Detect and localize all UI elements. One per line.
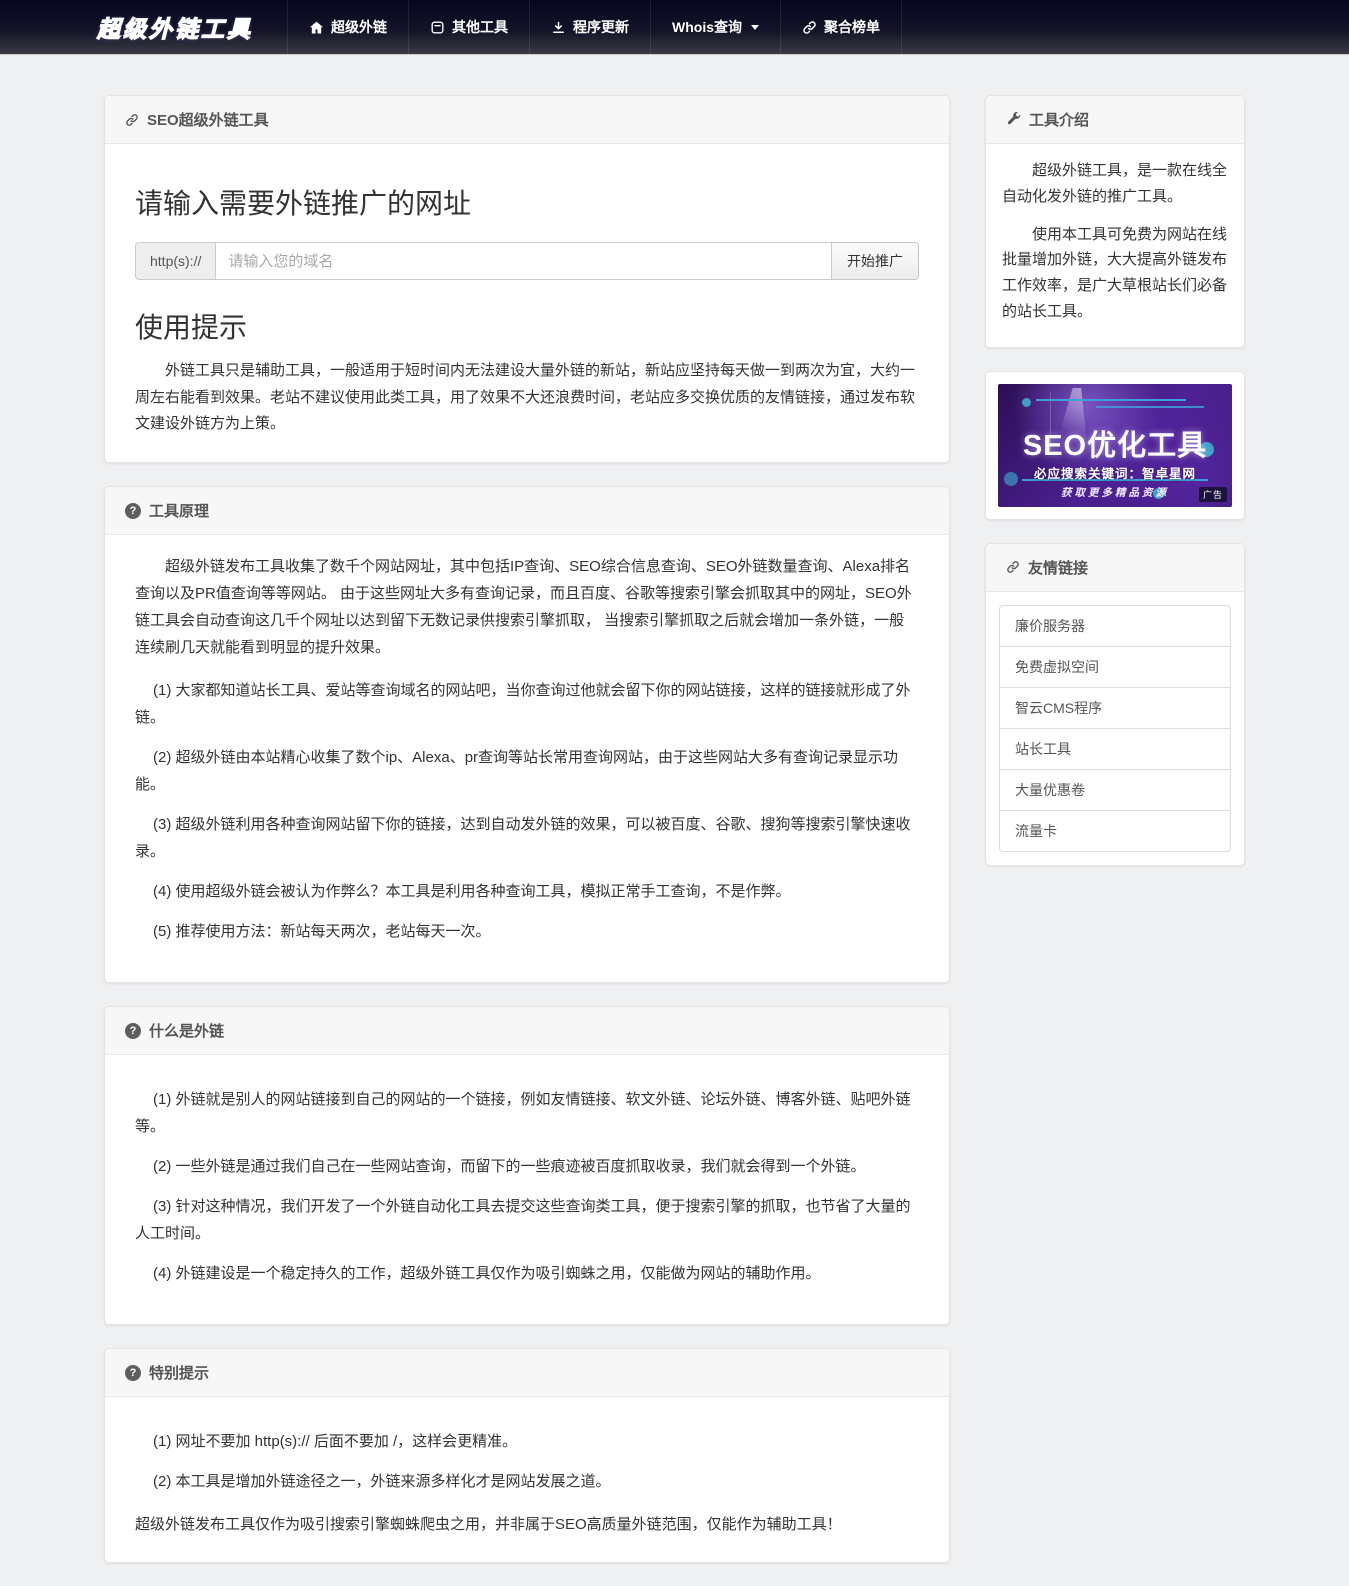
friend-link-cheap-server[interactable]: 廉价服务器 — [999, 605, 1231, 647]
link-icon — [1006, 560, 1020, 574]
panel-title: 工具介绍 — [1029, 109, 1089, 130]
tool-intro-body: 超级外链工具，是一款在线全自动化发外链的推广工具。 使用本工具可免费为网站在线批… — [986, 144, 1244, 347]
link-icon — [125, 113, 139, 127]
update-icon — [551, 20, 566, 35]
what-item: (1) 外链就是别人的网站链接到自己的网站的一个链接，例如友情链接、软文外链、论… — [135, 1086, 919, 1140]
panel-title: 工具原理 — [149, 500, 209, 521]
brand-title: 超级外链工具 — [97, 10, 253, 44]
principle-item: (4) 使用超级外链会被认为作弊么？本工具是利用各种查询工具，模拟正常手工查询，… — [135, 878, 919, 905]
special-footer-note: 超级外链发布工具仅作为吸引搜索引擎蜘蛛爬虫之用，并非属于SEO高质量外链范围，仅… — [135, 1511, 919, 1538]
friend-link-zhiyun-cms[interactable]: 智云CMS程序 — [999, 687, 1231, 729]
intro-paragraph: 超级外链工具，是一款在线全自动化发外链的推广工具。 — [1002, 158, 1228, 210]
protocol-addon: http(s):// — [135, 242, 215, 280]
ad-title: SEO优化工具 — [998, 422, 1232, 464]
panel-title: 特别提示 — [149, 1362, 209, 1383]
nav-item-rank-list[interactable]: 聚合榜单 — [780, 0, 902, 54]
ad-banner-image[interactable]: SEO优化工具 必应搜索关键词：智卓星网 获取更多精品资源 广告 — [998, 384, 1232, 507]
principle-item: (2) 超级外链由本站精心收集了数个ip、Alexa、pr查询等站长常用查询网站… — [135, 744, 919, 798]
friend-links-body: 廉价服务器 免费虚拟空间 智云CMS程序 站长工具 大量优惠卷 流量卡 — [986, 592, 1244, 865]
what-is-link-panel-body: (1) 外链就是别人的网站链接到自己的网站的一个链接，例如友情链接、软文外链、论… — [105, 1055, 949, 1324]
seo-tool-panel: SEO超级外链工具 请输入需要外链推广的网址 http(s):// 开始推广 使… — [104, 95, 950, 463]
friend-link-free-hosting[interactable]: 免费虚拟空间 — [999, 646, 1231, 688]
question-circle-icon — [125, 1365, 141, 1381]
question-circle-icon — [125, 1023, 141, 1039]
link-icon — [802, 20, 817, 35]
nav-item-label: 程序更新 — [573, 17, 629, 37]
principle-item: (3) 超级外链利用各种查询网站留下你的链接，达到自动发外链的效果，可以被百度、… — [135, 811, 919, 865]
tools-icon — [430, 20, 445, 35]
panel-title: 友情链接 — [1028, 557, 1088, 578]
special-tips-panel-header: 特别提示 — [105, 1349, 949, 1397]
special-tips-panel: 特别提示 (1) 网址不要加 http(s):// 后面不要加 /，这样会更精准… — [104, 1348, 950, 1563]
friend-links-panel-header: 友情链接 — [986, 544, 1244, 592]
nav-item-whois-dropdown[interactable]: Whois查询 — [650, 0, 780, 54]
principle-panel-header: 工具原理 — [105, 487, 949, 535]
principle-panel: 工具原理 超级外链发布工具收集了数千个网站网址，其中包括IP查询、SEO综合信息… — [104, 486, 950, 983]
domain-input[interactable] — [215, 242, 832, 280]
seo-tool-panel-header: SEO超级外链工具 — [105, 96, 949, 144]
friend-link-coupons[interactable]: 大量优惠卷 — [999, 769, 1231, 811]
ad-deco-line — [1096, 406, 1204, 408]
ad-card: SEO优化工具 必应搜索关键词：智卓星网 获取更多精品资源 广告 — [985, 371, 1245, 520]
what-item: (3) 针对这种情况，我们开发了一个外链自动化工具去提交这些查询类工具，便于搜索… — [135, 1193, 919, 1247]
tool-intro-panel-header: 工具介绍 — [986, 96, 1244, 144]
tool-intro-panel: 工具介绍 超级外链工具，是一款在线全自动化发外链的推广工具。 使用本工具可免费为… — [985, 95, 1245, 348]
start-promotion-button[interactable]: 开始推广 — [832, 242, 919, 280]
friend-link-data-sim[interactable]: 流量卡 — [999, 810, 1231, 852]
friend-links-panel: 友情链接 廉价服务器 免费虚拟空间 智云CMS程序 站长工具 大量优惠卷 流量卡 — [985, 543, 1245, 866]
nav-item-label: 聚合榜单 — [824, 17, 880, 37]
domain-input-group: http(s):// 开始推广 — [135, 242, 919, 280]
special-item: (1) 网址不要加 http(s):// 后面不要加 /，这样会更精准。 — [135, 1428, 919, 1455]
what-item: (4) 外链建设是一个稳定持久的工作，超级外链工具仅作为吸引蜘蛛之用，仅能做为网… — [135, 1260, 919, 1287]
ad-deco-dot — [1022, 398, 1031, 407]
nav-item-super-link[interactable]: 超级外链 — [287, 0, 408, 54]
ad-badge: 广告 — [1199, 487, 1227, 502]
principle-item: (1) 大家都知道站长工具、爱站等查询域名的网站吧，当你查询过他就会留下你的网站… — [135, 677, 919, 731]
sidebar: 工具介绍 超级外链工具，是一款在线全自动化发外链的推广工具。 使用本工具可免费为… — [985, 95, 1245, 889]
url-input-heading: 请输入需要外链推广的网址 — [135, 182, 919, 222]
nav-item-label: 超级外链 — [331, 17, 387, 37]
wrench-icon — [1006, 112, 1021, 127]
special-item: (2) 本工具是增加外链途径之一，外链来源多样化才是网站发展之道。 — [135, 1468, 919, 1495]
principle-intro: 超级外链发布工具收集了数千个网站网址，其中包括IP查询、SEO综合信息查询、SE… — [135, 553, 919, 661]
what-item: (2) 一些外链是通过我们自己在一些网站查询，而留下的一些痕迹被百度抓取收录，我… — [135, 1153, 919, 1180]
special-tips-panel-body: (1) 网址不要加 http(s):// 后面不要加 /，这样会更精准。 (2)… — [105, 1397, 949, 1562]
usage-tips-heading: 使用提示 — [135, 306, 919, 346]
ad-tagline: 获取更多精品资源 — [998, 485, 1232, 500]
usage-tips-text: 外链工具只是辅助工具，一般适用于短时间内无法建设大量外链的新站，新站应坚持每天做… — [135, 358, 919, 438]
page-container: SEO超级外链工具 请输入需要外链推广的网址 http(s):// 开始推广 使… — [104, 95, 1245, 1586]
nav-item-label: Whois查询 — [672, 17, 742, 37]
friend-link-webmaster-tool[interactable]: 站长工具 — [999, 728, 1231, 770]
what-is-link-panel: 什么是外链 (1) 外链就是别人的网站链接到自己的网站的一个链接，例如友情链接、… — [104, 1006, 950, 1325]
panel-title: SEO超级外链工具 — [147, 109, 269, 130]
seo-tool-panel-body: 请输入需要外链推广的网址 http(s):// 开始推广 使用提示 外链工具只是… — [105, 144, 949, 462]
caret-down-icon — [751, 25, 759, 30]
navbar: 超级外链工具 超级外链 其他工具 程序更新 Whois查询 聚合榜单 — [0, 0, 1349, 55]
question-circle-icon — [125, 503, 141, 519]
what-is-link-panel-header: 什么是外链 — [105, 1007, 949, 1055]
nav-item-label: 其他工具 — [452, 17, 508, 37]
brand-logo[interactable]: 超级外链工具 — [97, 0, 253, 54]
main-column: SEO超级外链工具 请输入需要外链推广的网址 http(s):// 开始推广 使… — [104, 95, 950, 1586]
panel-title: 什么是外链 — [149, 1020, 224, 1041]
ad-deco-line — [1036, 399, 1186, 401]
intro-paragraph: 使用本工具可免费为网站在线批量增加外链，大大提高外链发布工作效率，是广大草根站长… — [1002, 222, 1228, 325]
principle-panel-body: 超级外链发布工具收集了数千个网站网址，其中包括IP查询、SEO综合信息查询、SE… — [105, 535, 949, 982]
nav-item-other-tools[interactable]: 其他工具 — [408, 0, 529, 54]
nav-item-program-update[interactable]: 程序更新 — [529, 0, 650, 54]
principle-item: (5) 推荐使用方法：新站每天两次，老站每天一次。 — [135, 918, 919, 945]
home-icon — [309, 20, 324, 35]
ad-subtitle: 必应搜索关键词：智卓星网 — [998, 463, 1232, 482]
ad-card-body: SEO优化工具 必应搜索关键词：智卓星网 获取更多精品资源 广告 — [986, 372, 1244, 519]
